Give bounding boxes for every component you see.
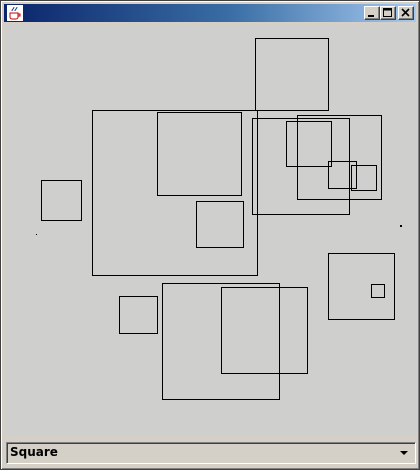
square-shape — [119, 296, 158, 334]
square-shape — [92, 110, 258, 276]
window-controls — [364, 6, 414, 20]
squares-drawing — [36, 38, 402, 400]
dot-shape — [36, 234, 37, 235]
app-window: Square — [0, 0, 420, 470]
maximize-button[interactable] — [380, 6, 396, 20]
drawing-canvas[interactable] — [5, 25, 417, 435]
title-bar[interactable] — [4, 4, 416, 22]
java-coffee-cup-icon — [7, 5, 23, 21]
square-shape — [351, 165, 377, 191]
square-shape — [157, 112, 242, 196]
square-shape — [255, 38, 329, 111]
square-shape — [297, 115, 382, 200]
shape-selector-dropdown[interactable]: Square — [6, 442, 416, 464]
square-shape — [286, 121, 332, 167]
dropdown-arrow-icon — [400, 451, 408, 455]
minimize-button[interactable] — [364, 6, 380, 20]
square-shape — [41, 180, 82, 221]
shape-selector-arrow-button[interactable] — [395, 445, 413, 461]
square-shape — [371, 284, 385, 298]
dot-shape — [400, 225, 402, 227]
square-shape — [221, 287, 308, 374]
close-icon — [401, 8, 410, 17]
maximize-icon — [383, 8, 392, 17]
square-shape — [196, 201, 244, 248]
close-button[interactable] — [398, 6, 414, 20]
minimize-icon — [368, 15, 374, 17]
shape-selector-value: Square — [10, 445, 58, 459]
